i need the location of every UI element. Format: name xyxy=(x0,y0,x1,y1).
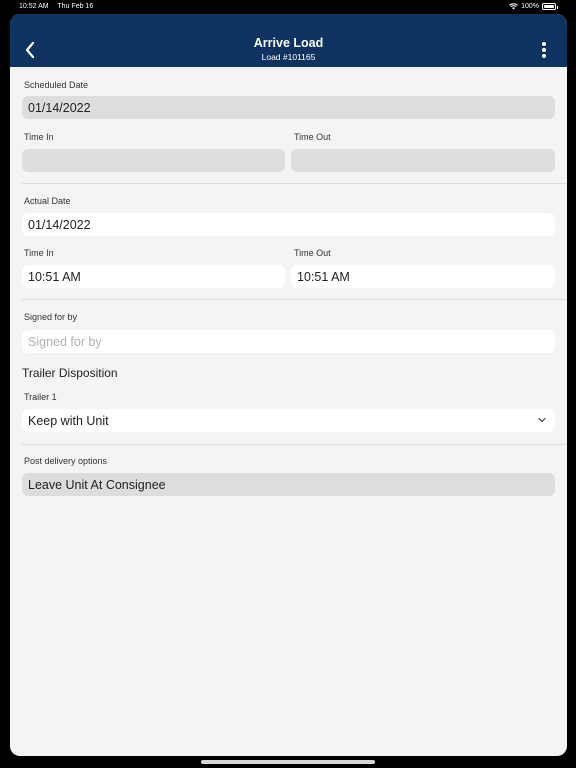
divider xyxy=(22,299,567,300)
more-options-icon[interactable] xyxy=(539,40,549,60)
trailer-1-label: Trailer 1 xyxy=(24,392,57,402)
actual-time-in-label: Time In xyxy=(24,248,54,258)
signed-for-by-label: Signed for by xyxy=(24,312,78,322)
trailer-1-value: Keep with Unit xyxy=(28,413,109,428)
battery-icon xyxy=(542,3,558,10)
trailer-1-select[interactable]: Keep with Unit xyxy=(22,409,555,432)
trailer-disposition-heading: Trailer Disposition xyxy=(22,366,118,380)
signed-for-by-input[interactable]: Signed for by xyxy=(22,330,555,353)
post-delivery-label: Post delivery options xyxy=(24,456,108,466)
actual-date-field[interactable]: 01/14/2022 xyxy=(22,213,555,236)
scheduled-date-label: Scheduled Date xyxy=(24,80,89,90)
chevron-down-icon xyxy=(538,417,546,423)
status-left: 10:52 AM Thu Feb 16 xyxy=(19,3,100,10)
divider xyxy=(22,444,567,445)
wifi-icon xyxy=(509,3,518,10)
scheduled-time-out-field xyxy=(291,149,555,172)
page-subtitle: Load #101165 xyxy=(261,52,316,62)
status-time: 10:52 AM xyxy=(19,3,49,10)
scheduled-time-out-label: Time Out xyxy=(294,132,331,142)
page-title: Arrive Load xyxy=(253,36,324,50)
status-right: 100% xyxy=(509,3,558,10)
scheduled-time-in-label: Time In xyxy=(24,132,54,142)
actual-time-out-field[interactable]: 10:51 AM xyxy=(291,265,555,288)
status-date: Thu Feb 16 xyxy=(57,3,94,10)
actual-date-label: Actual Date xyxy=(24,196,71,206)
home-indicator xyxy=(201,760,375,764)
app-screen: Arrive Load Load #101165 Scheduled Date … xyxy=(10,14,567,756)
status-bar: 10:52 AM Thu Feb 16 100% xyxy=(0,0,576,14)
nav-bar: Arrive Load Load #101165 xyxy=(10,14,567,67)
divider xyxy=(22,183,567,184)
actual-time-out-label: Time Out xyxy=(294,248,331,258)
scheduled-time-in-field xyxy=(22,149,285,172)
actual-time-in-field[interactable]: 10:51 AM xyxy=(22,265,285,288)
battery-percent: 100% xyxy=(521,3,539,10)
post-delivery-field: Leave Unit At Consignee xyxy=(22,473,555,496)
scheduled-date-field: 01/14/2022 xyxy=(22,96,555,119)
